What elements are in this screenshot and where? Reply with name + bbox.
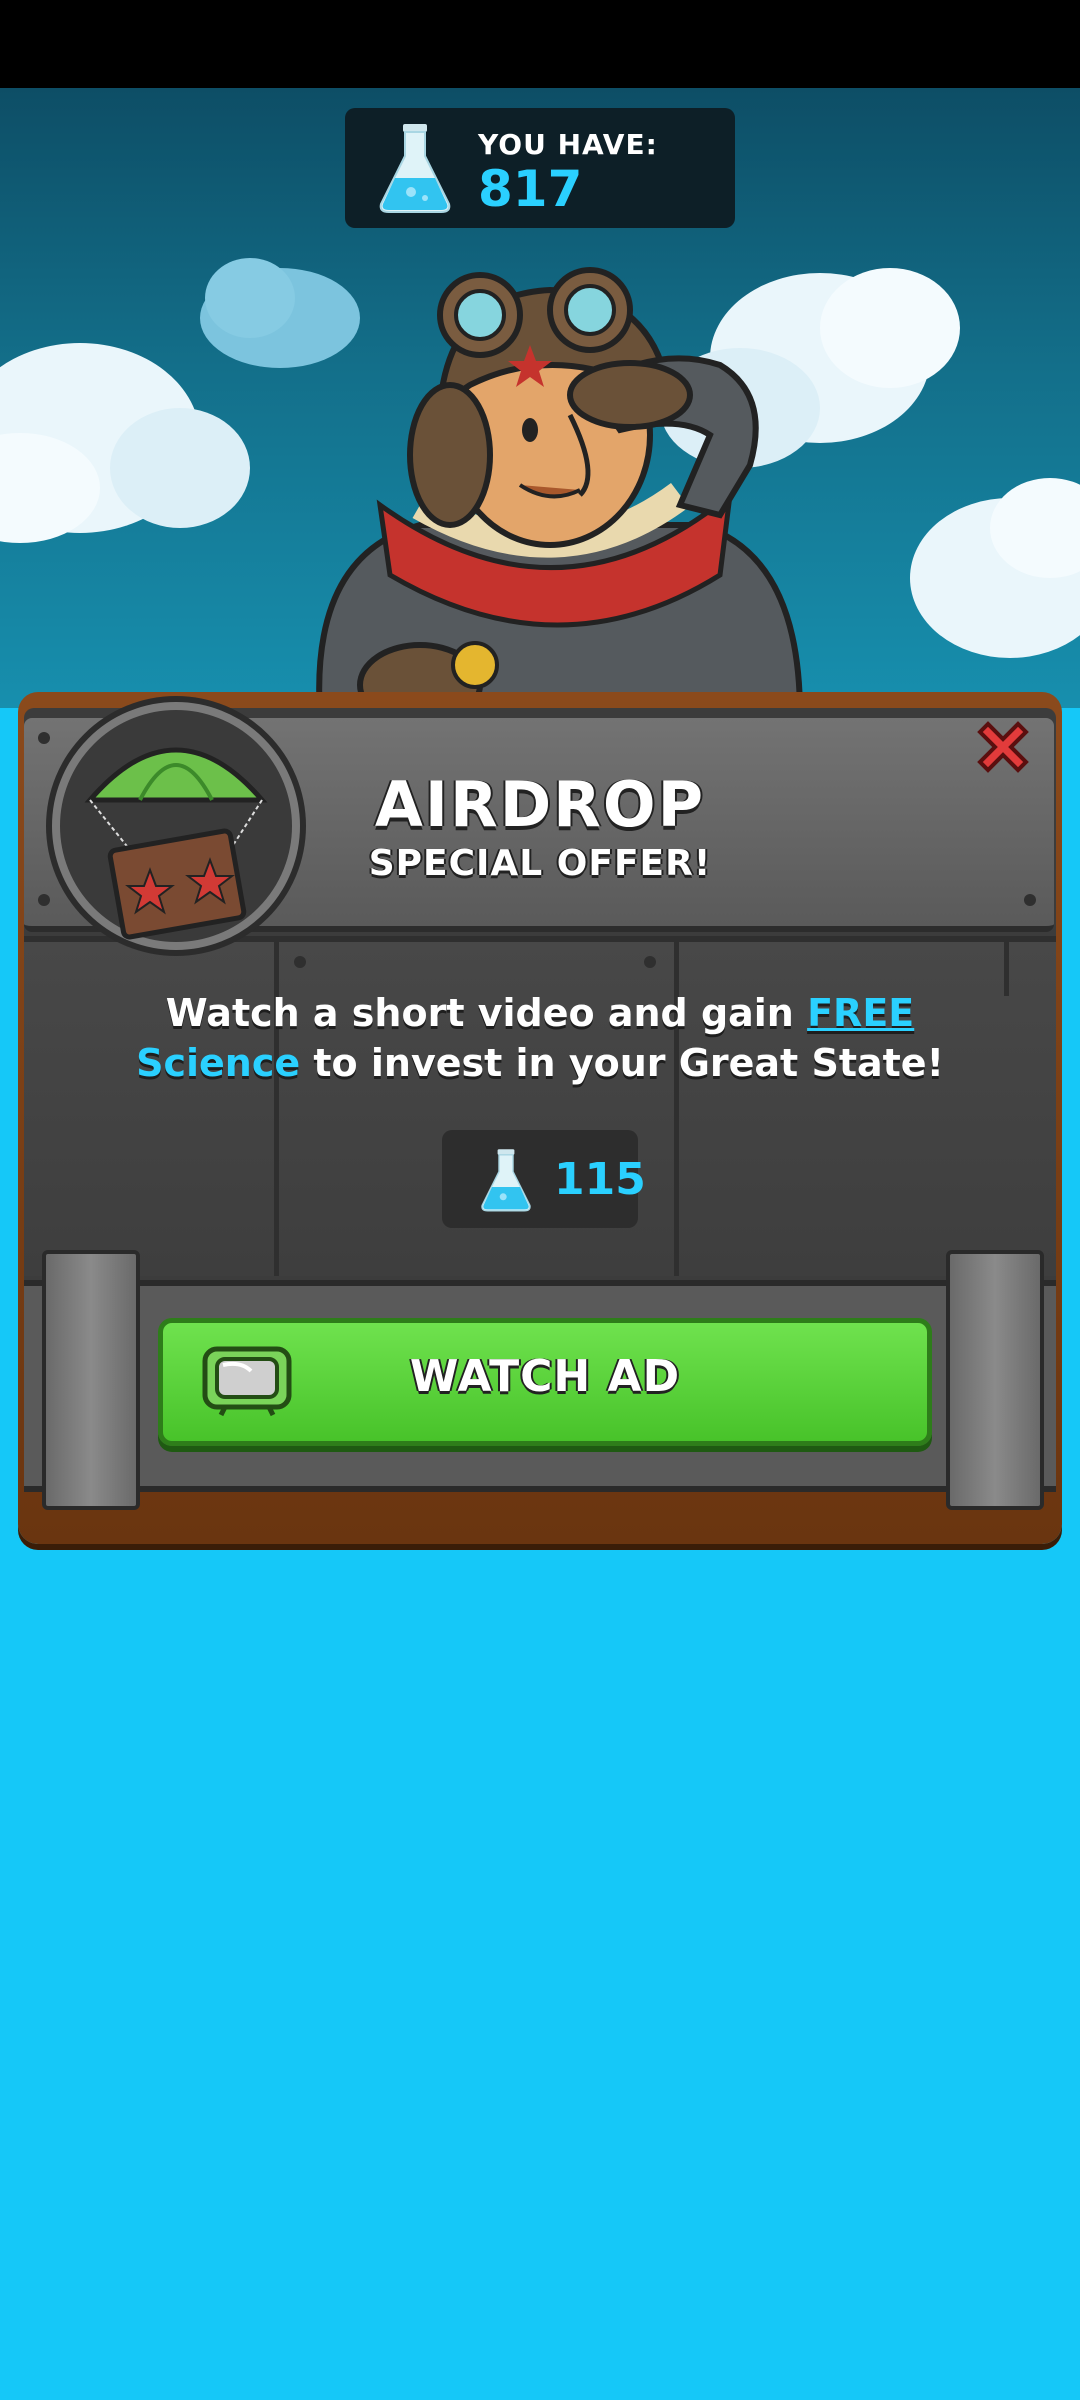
cloud-far-right <box>910 478 1080 658</box>
close-button[interactable] <box>968 712 1038 782</box>
offer-subtitle: SPECIAL OFFER! <box>368 843 712 884</box>
offer-title: AIRDROP <box>374 768 706 841</box>
flask-icon <box>379 124 451 213</box>
currency-display: YOU HAVE: 817 <box>345 108 735 228</box>
close-icon[interactable] <box>968 712 1038 782</box>
free-link[interactable]: FREE <box>807 991 914 1035</box>
status-bar <box>0 0 1080 88</box>
currency-value: 817 <box>478 160 583 218</box>
currency-label: YOU HAVE: <box>478 128 658 161</box>
watch-ad-label: WATCH AD <box>409 1351 681 1402</box>
science-text: Science <box>136 1041 301 1085</box>
reward-display: 115 <box>442 1130 646 1228</box>
flask-icon <box>481 1149 531 1212</box>
frame-post-right <box>946 1250 1044 1510</box>
parachute-crate-icon <box>84 747 268 940</box>
frame-post-left <box>42 1250 140 1510</box>
offer-description: Watch a short video and gain FREE Scienc… <box>136 991 944 1085</box>
watch-ad-button[interactable]: WATCH AD <box>158 1318 932 1446</box>
pilot-character-illustration <box>316 267 804 715</box>
airdrop-badge <box>52 702 300 950</box>
reward-value: 115 <box>554 1154 646 1205</box>
